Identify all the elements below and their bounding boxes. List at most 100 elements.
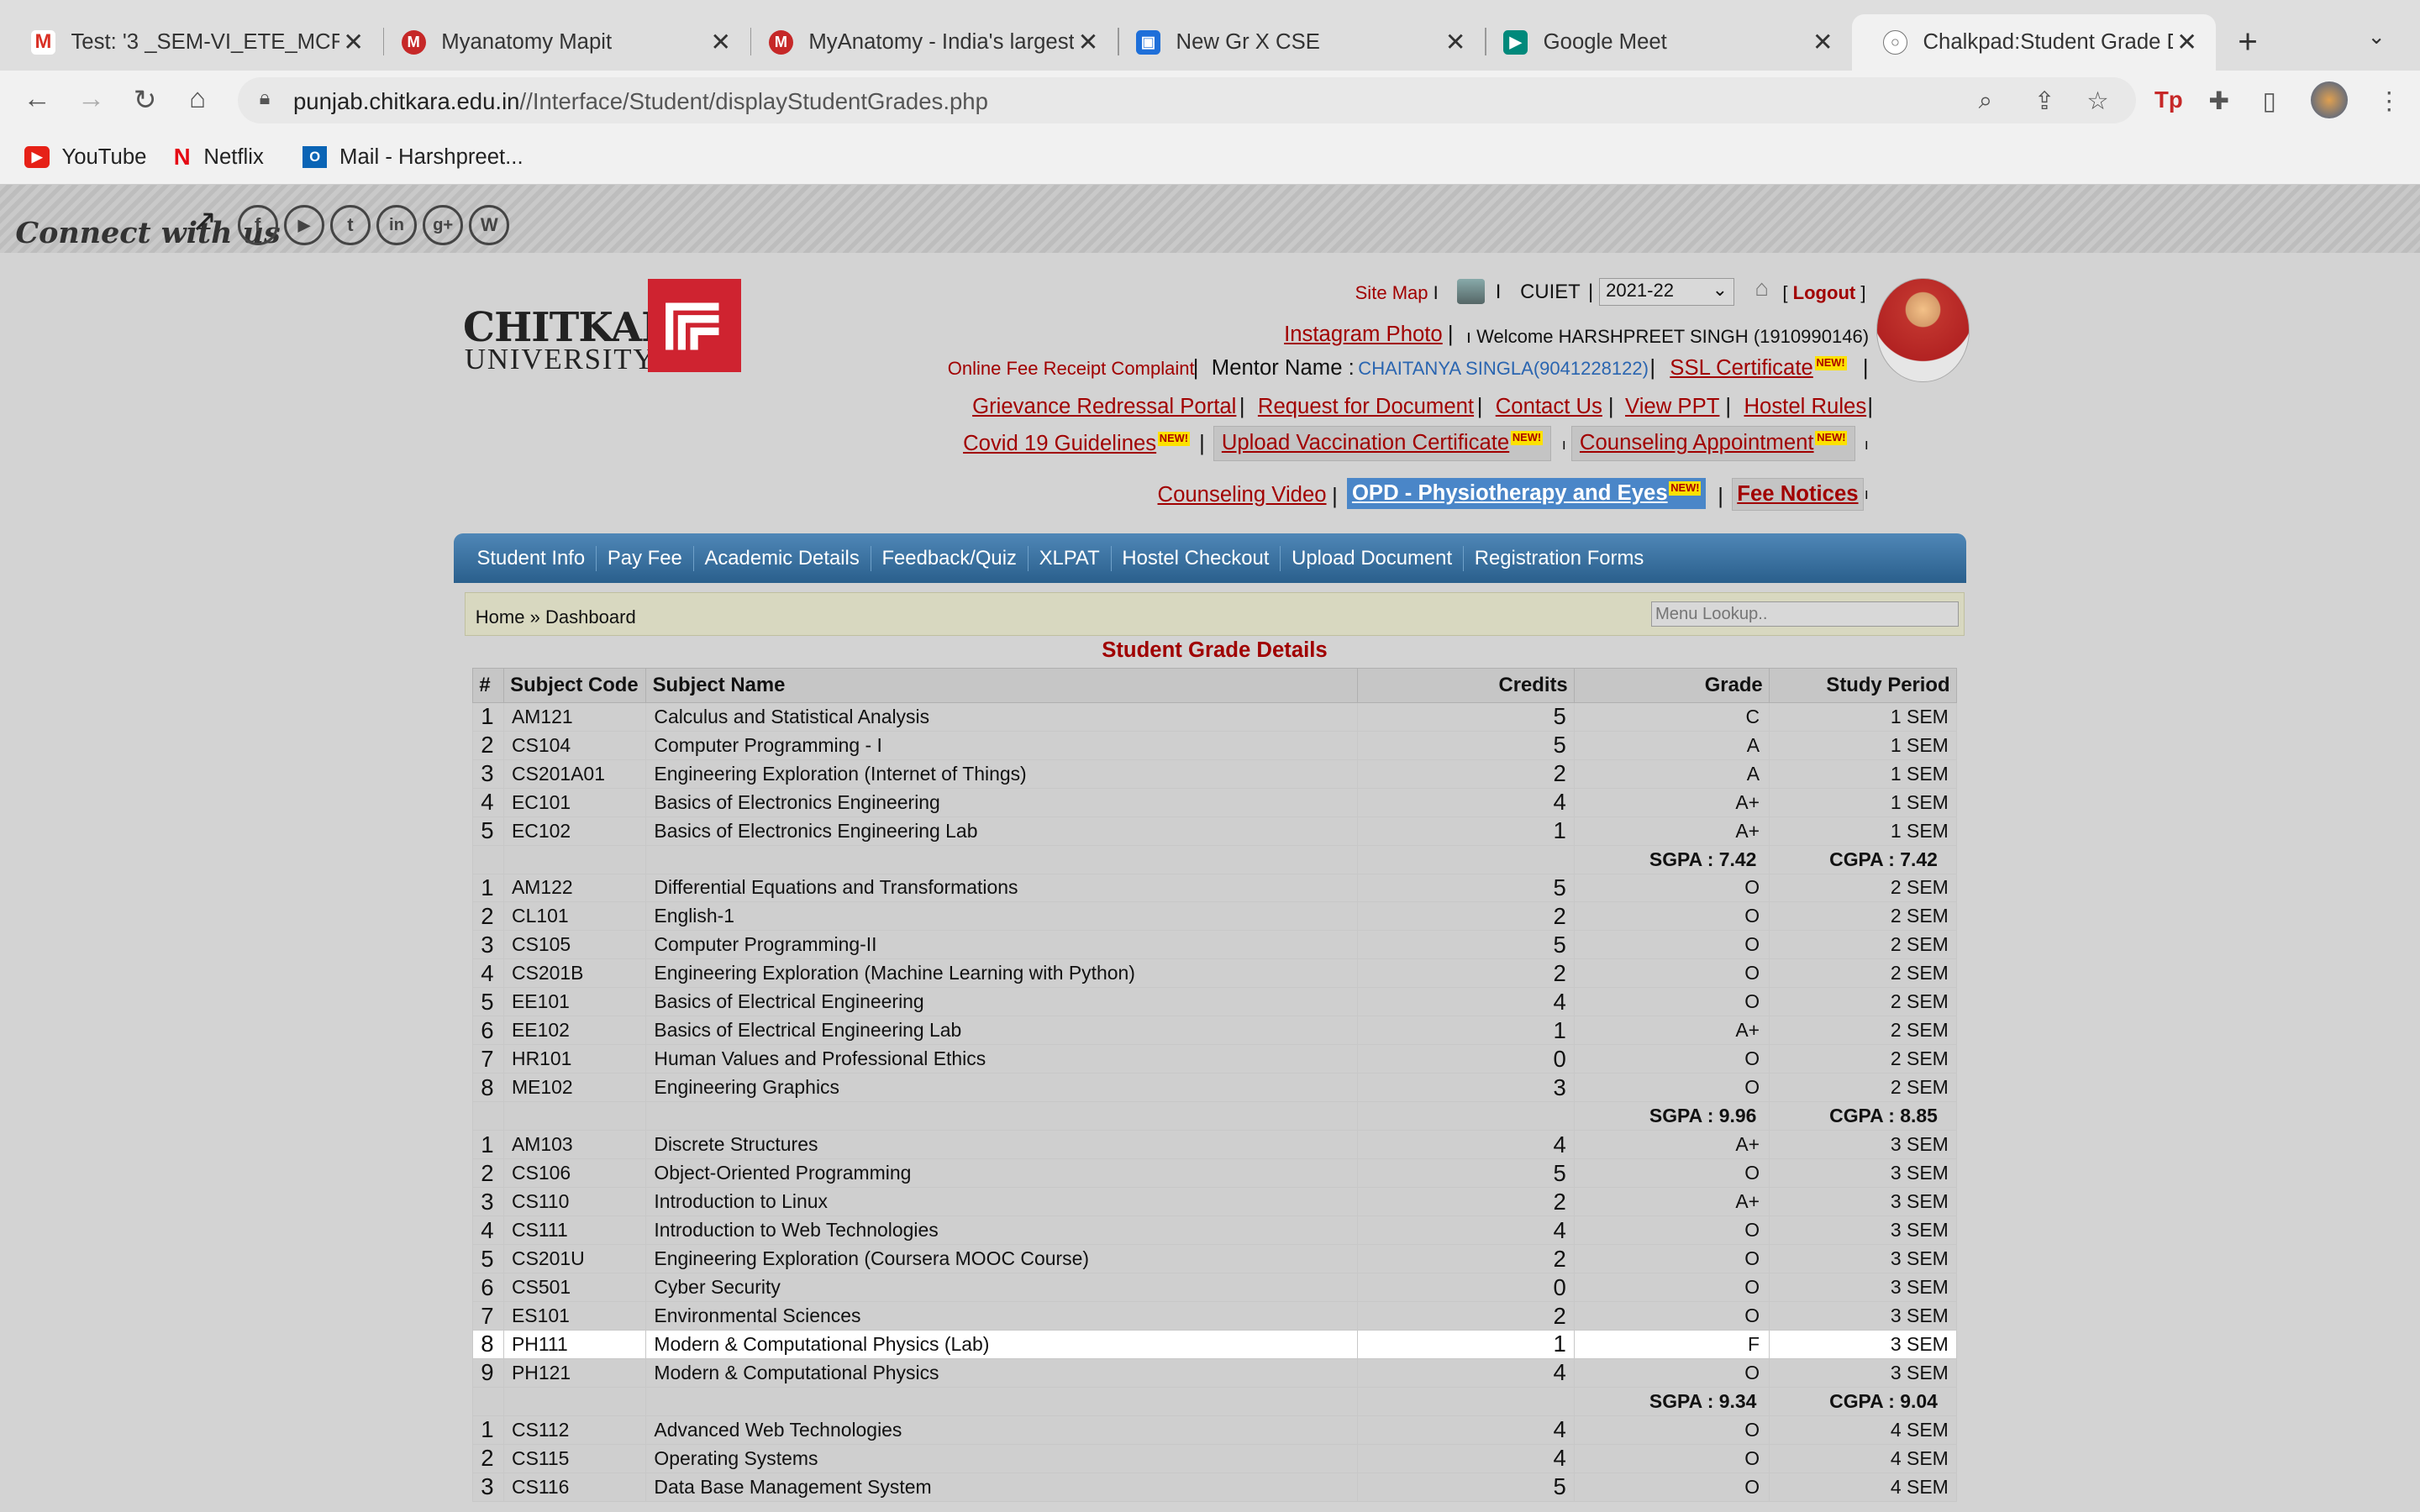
contact-us-link[interactable]: Contact Us [1496,395,1602,419]
credits: 4 [1357,787,1576,817]
home-icon[interactable]: ⌂ [179,83,216,115]
zoom-icon[interactable]: ⌕ [1979,87,1992,115]
welcome-text: ı Welcome HARSHPREET SINGH (1910990146) [1465,325,1870,347]
close-icon[interactable]: ✕ [2173,28,2201,57]
subject-code: CS115 [502,1443,647,1473]
menu-upload-document[interactable]: Upload Document [1281,546,1464,571]
institute-icon [1456,279,1485,304]
study-period: 2 SEM [1769,1073,1957,1103]
menu-student-info[interactable]: Student Info [466,546,597,571]
credits: 1 [1357,816,1576,846]
empty-cell [1357,844,1576,874]
table-row: 2 CS115 Operating Systems 4 O 4 SEM [472,1443,1957,1473]
reload-icon[interactable]: ↻ [127,83,164,117]
bookmark-netflix[interactable]: N Netflix [173,144,264,170]
chitkara-logo[interactable]: CHITKARA UNIVERSITY [463,278,741,375]
site-map-link[interactable]: Site Map I [1355,282,1439,304]
credits: 1 [1357,1329,1576,1359]
empty-cell [645,1101,1359,1131]
twitter-icon[interactable]: t [330,205,371,246]
col-header-number: # [472,668,504,703]
tab-gmail[interactable]: M Test: '3 _SEM-VI_ETE_MCF ✕ [0,14,383,71]
row-number: 5 [472,987,504,1017]
session-select[interactable]: 2021-22 ⌄ [1598,277,1735,306]
star-icon[interactable]: ☆ [2086,87,2108,116]
kebab-menu-icon[interactable]: ⋮ [2377,87,2402,116]
hostel-rules-link[interactable]: Hostel Rules [1744,395,1866,419]
tab-myanatomy[interactable]: M MyAnatomy - India's largest ✕ [738,14,1118,71]
sgpa-row: SGPA : 9.34 CGPA : 9.04 [472,1386,1957,1416]
table-row: 1 AM103 Discrete Structures 4 A+ 3 SEM [472,1130,1957,1160]
ssl-certificate-link[interactable]: SSL Certificate NEW! [1670,356,1847,381]
counseling-video-link[interactable]: Counseling Video [1158,483,1327,507]
fee-receipt-complaint-link[interactable]: Online Fee Receipt Complaint [948,358,1195,380]
menu-lookup-input[interactable] [1651,601,1959,627]
grade: A+ [1574,787,1770,817]
close-icon[interactable]: ✕ [1809,28,1837,57]
google-plus-icon[interactable]: g+ [423,205,463,246]
sgpa-value: SGPA : 9.96 [1574,1101,1770,1131]
credits: 4 [1357,1215,1576,1246]
menu-xlpat[interactable]: XLPAT [1028,546,1112,571]
subject-code: PH111 [502,1329,647,1359]
separator-text: I [1495,281,1502,304]
subject-code: CS106 [502,1158,647,1189]
extension-tp-icon[interactable]: Tp [2154,87,2183,113]
tab-classroom[interactable]: ▣ New Gr X CSE ✕ [1105,14,1485,71]
covid-guidelines-link[interactable]: Covid 19 Guidelines NEW! [963,432,1190,456]
instagram-photo-link[interactable]: Instagram Photo [1284,323,1443,347]
tab-google-meet[interactable]: ▶ Google Meet ✕ [1472,14,1852,71]
tab-myanatomy-mapit[interactable]: M Myanatomy Mapit ✕ [371,14,750,71]
url-text[interactable]: punjab.chitkara.edu.in//Interface/Studen… [293,88,988,115]
study-period: 3 SEM [1769,1244,1957,1274]
upload-vaccination-link[interactable]: Upload Vaccination Certificate NEW! [1213,425,1552,461]
menu-academic-details[interactable]: Academic Details [694,546,871,571]
empty-cell [502,1386,647,1416]
youtube-social-icon[interactable]: ▶ [283,205,324,246]
linkedin-icon[interactable]: in [376,205,417,246]
row-number: 3 [472,1472,504,1502]
grievance-portal-link[interactable]: Grievance Redressal Portal [972,395,1236,419]
request-document-link[interactable]: Request for Document [1258,395,1474,419]
menu-pay-fee[interactable]: Pay Fee [597,546,694,571]
wikipedia-icon[interactable]: W [469,205,510,246]
puzzle-icon[interactable]: ✚ [2208,87,2229,116]
subject-code: EE102 [502,1016,647,1046]
credits: 4 [1357,1443,1576,1473]
logout-link[interactable]: [ Logout ] [1782,282,1865,304]
lock-icon[interactable]: 🔒︎ [260,87,271,110]
close-icon[interactable]: ✕ [707,28,734,57]
bookmark-youtube[interactable]: ▶ YouTube [24,145,146,170]
view-ppt-link[interactable]: View PPT [1625,395,1719,419]
tab-chalkpad[interactable]: ○ Chalkpad:Student Grade De ✕ [1852,13,2217,71]
new-tab-icon[interactable]: + [2238,22,2258,61]
opd-physiotherapy-link[interactable]: OPD - Physiotherapy and Eyes NEW! [1347,478,1706,509]
back-icon[interactable]: ← [18,83,55,115]
fee-notices-link[interactable]: Fee Notices [1731,478,1865,511]
table-row: 7 ES101 Environmental Sciences 2 O 3 SEM [472,1301,1957,1331]
subject-code: CS112 [502,1415,647,1445]
row-number: 8 [472,1073,504,1103]
menu-feedback-quiz[interactable]: Feedback/Quiz [871,546,1028,571]
close-icon[interactable]: ✕ [1074,28,1102,57]
close-icon[interactable]: ✕ [1441,28,1469,57]
cgpa-value: CGPA : 8.85 [1769,1101,1957,1131]
menu-registration-forms[interactable]: Registration Forms [1464,546,1655,570]
profile-avatar[interactable] [2310,81,2348,119]
gmail-icon: M [30,29,56,55]
breadcrumb[interactable]: Home » Dashboard [476,606,636,628]
share-icon[interactable]: ⇪ [2034,87,2055,116]
counseling-appointment-link[interactable]: Counseling Appointment NEW! [1570,425,1856,461]
home-icon[interactable]: ⌂ [1754,275,1769,302]
sidepanel-icon[interactable]: ▯ [2263,87,2276,116]
bookmark-mail[interactable]: O Mail - Harshpreet... [302,145,523,170]
facebook-icon[interactable]: f [237,205,278,246]
subject-code: EC102 [502,816,647,846]
separator-text: | [1192,356,1199,381]
menu-hostel-checkout[interactable]: Hostel Checkout [1112,546,1281,571]
chevron-down-icon[interactable]: ⌄ [2367,24,2386,50]
close-icon[interactable]: ✕ [339,28,367,57]
separator-text: ı [1864,484,1869,502]
forward-icon[interactable]: → [72,83,109,115]
subject-code: CL101 [502,901,647,932]
